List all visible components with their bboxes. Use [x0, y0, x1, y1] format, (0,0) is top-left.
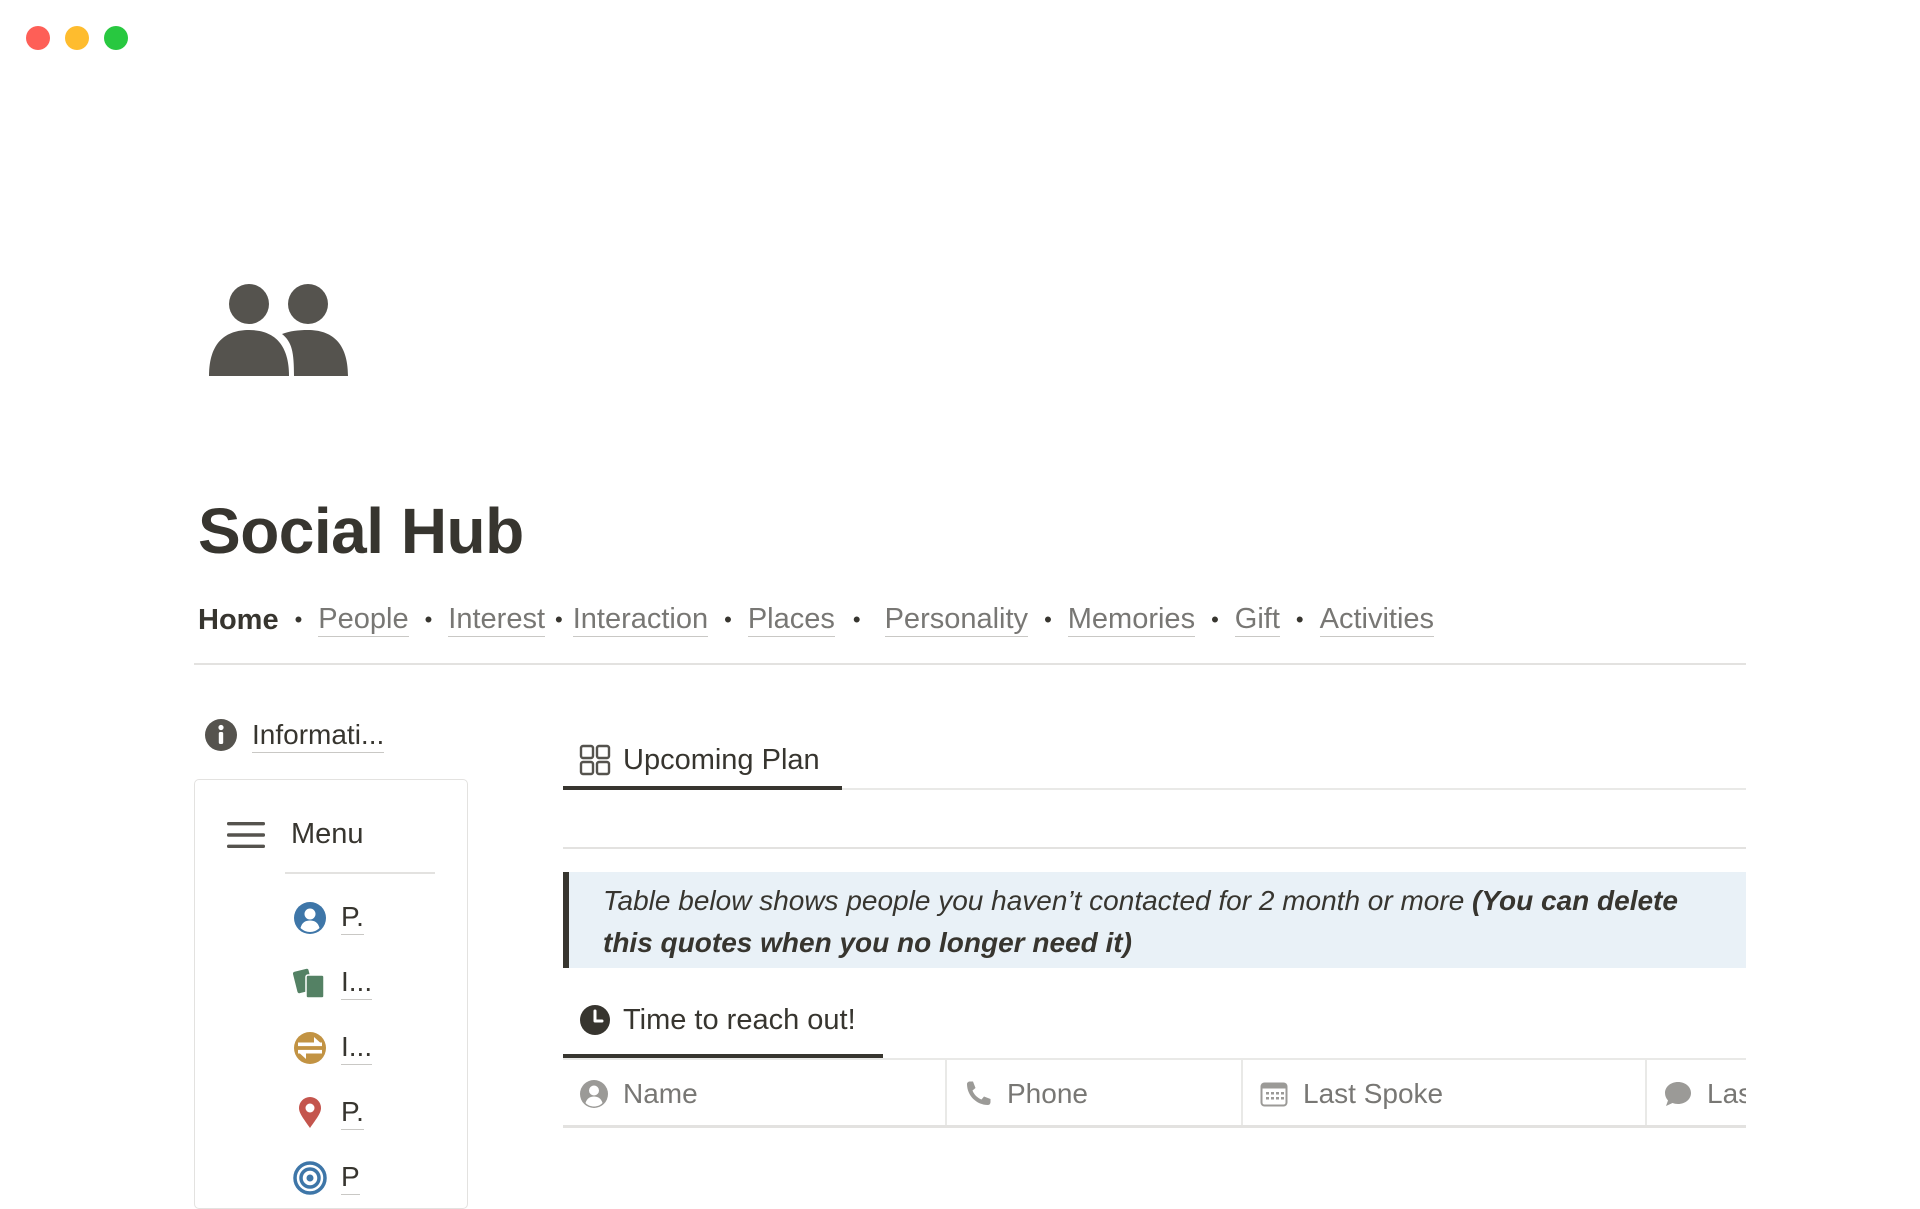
tab-label: Upcoming Plan	[623, 743, 820, 776]
nav-separator: •	[852, 607, 861, 632]
close-window-button[interactable]	[26, 26, 50, 50]
phone-icon	[963, 1079, 993, 1109]
view-tabs: Upcoming Plan	[563, 730, 1746, 790]
people-icon[interactable]	[208, 282, 352, 378]
column-header-name[interactable]: Name	[563, 1060, 947, 1125]
menu-label: Menu	[291, 818, 364, 850]
menu-card: Menu P. I... I... P. P	[194, 779, 468, 1209]
menu-header[interactable]: Menu	[227, 818, 364, 851]
nav-separator: •	[424, 607, 433, 632]
tab-label: Time to reach out!	[623, 1003, 856, 1036]
column-header-last-spoke[interactable]: Last Spoke	[1243, 1060, 1647, 1125]
column-label: Last Spoke	[1303, 1078, 1444, 1109]
nav-link-people[interactable]: People	[318, 603, 409, 638]
minimize-window-button[interactable]	[65, 26, 89, 50]
column-label: Name	[623, 1078, 698, 1109]
menu-item-interest[interactable]: I...	[293, 966, 373, 1000]
nav-separator: •	[1295, 607, 1304, 632]
menu-item-people[interactable]: P.	[293, 901, 364, 935]
menu-item-label: I...	[341, 966, 373, 1000]
quote-text: Table below shows people you haven’t con…	[603, 885, 1473, 916]
cards-icon	[293, 966, 327, 1000]
window-controls	[26, 26, 128, 50]
nav-home[interactable]: Home	[198, 604, 279, 637]
page-nav: Home • People • Interest • Interaction •…	[198, 600, 1435, 640]
information-label: Informati...	[252, 718, 385, 753]
nav-separator: •	[294, 607, 303, 632]
nav-link-personality[interactable]: Personality	[884, 603, 1029, 638]
calendar-icon	[1259, 1079, 1289, 1109]
quote-block[interactable]: Table below shows people you haven’t con…	[563, 872, 1746, 968]
zoom-window-button[interactable]	[104, 26, 128, 50]
tab-upcoming-plan[interactable]: Upcoming Plan	[563, 730, 836, 790]
menu-item-personality[interactable]: P	[293, 1161, 360, 1195]
menu-item-label: P.	[341, 901, 364, 935]
hamburger-menu-icon	[227, 820, 265, 850]
nav-separator: •	[1044, 607, 1052, 632]
nav-separator: •	[555, 607, 563, 632]
person-circle-icon	[579, 1079, 609, 1109]
section-divider	[563, 847, 1746, 849]
info-icon	[204, 718, 238, 752]
gallery-grid-icon	[579, 744, 611, 776]
menu-item-label: P	[341, 1161, 360, 1195]
speech-bubble-icon	[1663, 1079, 1693, 1109]
menu-item-label: P.	[341, 1096, 364, 1130]
target-icon	[293, 1161, 327, 1195]
nav-separator: •	[724, 607, 732, 632]
nav-link-activities[interactable]: Activities	[1319, 603, 1435, 638]
person-circle-icon	[293, 901, 327, 935]
column-header-phone[interactable]: Phone	[947, 1060, 1243, 1125]
nav-link-memories[interactable]: Memories	[1067, 603, 1196, 638]
menu-divider	[285, 872, 435, 874]
location-pin-icon	[293, 1096, 327, 1130]
information-link[interactable]: Informati...	[204, 718, 385, 753]
tab-time-to-reach-out[interactable]: Time to reach out!	[563, 990, 883, 1054]
page-title: Social Hub	[198, 495, 524, 567]
clock-icon	[579, 1004, 611, 1036]
nav-link-interaction[interactable]: Interaction	[572, 603, 709, 638]
active-tab-indicator	[563, 786, 842, 790]
header-divider	[194, 663, 1746, 665]
menu-item-label: I...	[341, 1031, 373, 1065]
exchange-icon	[293, 1031, 327, 1065]
column-label: Las	[1707, 1078, 1746, 1109]
table-header: Name Phone Last Spoke La	[563, 1058, 1746, 1128]
nav-link-places[interactable]: Places	[747, 603, 835, 638]
nav-separator: •	[1211, 607, 1219, 632]
nav-link-gift[interactable]: Gift	[1234, 603, 1280, 638]
nav-link-interest[interactable]: Interest	[448, 603, 546, 638]
menu-item-interaction[interactable]: I...	[293, 1031, 373, 1065]
column-label: Phone	[1007, 1078, 1088, 1109]
menu-item-places[interactable]: P.	[293, 1096, 364, 1130]
column-header-last[interactable]: Las	[1647, 1060, 1746, 1125]
